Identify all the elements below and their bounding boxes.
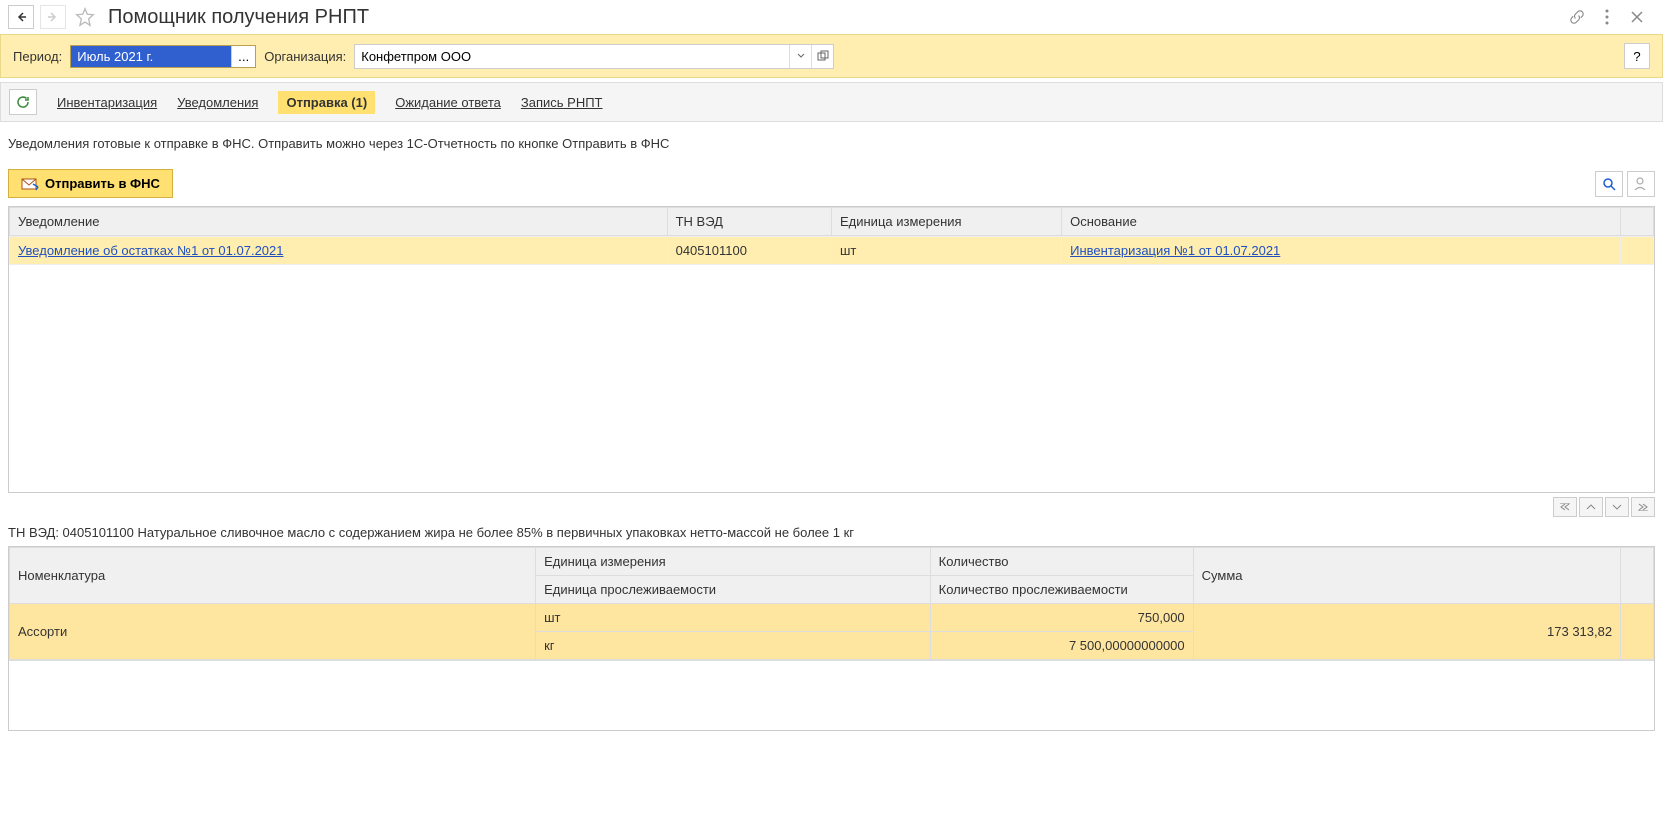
nav-up-icon (1586, 503, 1596, 511)
refresh-icon (15, 94, 31, 110)
arrow-right-icon (47, 11, 59, 23)
send-mail-icon (21, 177, 39, 191)
tab-sending[interactable]: Отправка (1) (278, 91, 375, 114)
action-bar: Отправить в ФНС (0, 165, 1663, 202)
tab-awaiting[interactable]: Ожидание ответа (395, 95, 501, 110)
notifications-table: Уведомление ТН ВЭД Единица измерения Осн… (8, 206, 1655, 493)
cell2-sum: 173 313,82 (1193, 604, 1620, 660)
send-to-fns-button[interactable]: Отправить в ФНС (8, 169, 173, 198)
tabs-bar: Инвентаризация Уведомления Отправка (1) … (0, 82, 1663, 122)
user-settings-button[interactable] (1627, 171, 1655, 197)
period-picker-button[interactable]: ... (231, 46, 255, 67)
org-field (354, 44, 834, 69)
nav-up-button[interactable] (1579, 497, 1603, 517)
notification-link[interactable]: Уведомление об остатках №1 от 01.07.2021 (18, 243, 283, 258)
org-input[interactable] (355, 45, 789, 68)
table-header-row: Уведомление ТН ВЭД Единица измерения Осн… (10, 208, 1654, 236)
refresh-button[interactable] (9, 89, 37, 115)
close-icon[interactable] (1627, 7, 1647, 27)
detail-table: Номенклатура Единица измерения Количеств… (8, 546, 1655, 731)
col-spacer (1621, 208, 1654, 236)
cell2-unit1: шт (536, 604, 931, 632)
cell2-unit2: кг (536, 632, 931, 660)
basis-link[interactable]: Инвентаризация №1 от 01.07.2021 (1070, 243, 1280, 258)
nav-first-icon (1560, 503, 1570, 511)
chevron-down-icon (797, 53, 805, 59)
filter-bar: Период: ... Организация: ? (0, 34, 1663, 78)
arrow-left-icon (15, 11, 27, 23)
tab-notifications[interactable]: Уведомления (177, 95, 258, 110)
header-bar: Помощник получения РНПТ (0, 0, 1663, 34)
nav-down-icon (1612, 503, 1622, 511)
cell2-qty1: 750,000 (930, 604, 1193, 632)
back-button[interactable] (8, 5, 34, 29)
favorite-star-icon[interactable] (72, 4, 98, 30)
more-menu-icon[interactable] (1597, 7, 1617, 27)
info-text: Уведомления готовые к отправке в ФНС. От… (0, 122, 1663, 165)
col2-name[interactable]: Номенклатура (10, 548, 536, 604)
col2-spacer (1621, 548, 1654, 604)
nav-first-button[interactable] (1553, 497, 1577, 517)
org-open-button[interactable] (811, 45, 833, 68)
period-input[interactable] (71, 46, 231, 67)
page-title: Помощник получения РНПТ (108, 6, 369, 29)
detail-label: ТН ВЭД: 0405101100 Натуральное сливочное… (0, 521, 1663, 544)
search-icon (1601, 176, 1617, 192)
col2-sum[interactable]: Сумма (1193, 548, 1620, 604)
search-button[interactable] (1595, 171, 1623, 197)
user-gear-icon (1633, 176, 1649, 192)
col-basis[interactable]: Основание (1062, 208, 1621, 236)
col2-unit[interactable]: Единица измерения (536, 548, 931, 576)
send-button-label: Отправить в ФНС (45, 176, 160, 191)
col2-trace-qty[interactable]: Количество прослеживаемости (930, 576, 1193, 604)
cell-tnved: 0405101100 (667, 237, 831, 265)
period-field: ... (70, 45, 256, 68)
col-unit[interactable]: Единица измерения (831, 208, 1061, 236)
help-button[interactable]: ? (1624, 43, 1650, 69)
nav-last-icon (1638, 503, 1648, 511)
cell-unit: шт (831, 237, 1061, 265)
forward-button[interactable] (40, 5, 66, 29)
org-dropdown-button[interactable] (789, 45, 811, 68)
cell2-qty2: 7 500,00000000000 (930, 632, 1193, 660)
tab-rnpt-record[interactable]: Запись РНПТ (521, 95, 603, 110)
detail-row[interactable]: Ассорти шт 750,000 173 313,82 (10, 604, 1654, 632)
period-label: Период: (13, 49, 62, 64)
nav-last-button[interactable] (1631, 497, 1655, 517)
col-tnved[interactable]: ТН ВЭД (667, 208, 831, 236)
org-label: Организация: (264, 49, 346, 64)
cell2-name: Ассорти (10, 604, 536, 660)
detail-header-row1: Номенклатура Единица измерения Количеств… (10, 548, 1654, 576)
nav-down-button[interactable] (1605, 497, 1629, 517)
col-notification[interactable]: Уведомление (10, 208, 668, 236)
col2-qty[interactable]: Количество (930, 548, 1193, 576)
col2-trace-unit[interactable]: Единица прослеживаемости (536, 576, 931, 604)
table-row[interactable]: Уведомление об остатках №1 от 01.07.2021… (10, 237, 1654, 265)
link-icon[interactable] (1567, 7, 1587, 27)
tab-inventory[interactable]: Инвентаризация (57, 95, 157, 110)
table-nav-strip (0, 493, 1663, 521)
open-external-icon (817, 50, 829, 62)
